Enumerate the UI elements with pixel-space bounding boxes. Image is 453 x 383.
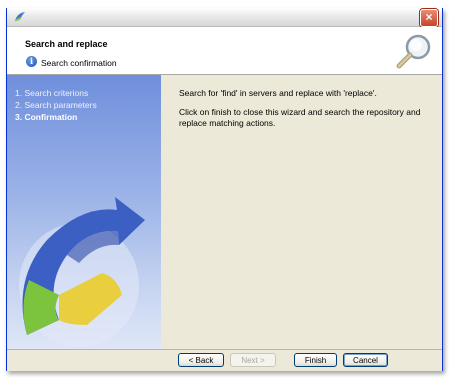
page-subtitle: Search confirmation — [41, 58, 117, 68]
page-title: Search and replace — [25, 39, 108, 49]
wizard-steps-panel: 1. Search criterions 2. Search parameter… — [7, 75, 161, 349]
cancel-button[interactable]: Cancel — [343, 353, 388, 367]
step-search-parameters: 2. Search parameters — [15, 100, 97, 110]
title-bar: × — [7, 8, 442, 27]
next-button[interactable]: Next > — [230, 353, 276, 367]
wizard-header: Search and replace i Search confirmation — [7, 27, 442, 75]
step-confirmation: 3. Confirmation — [15, 112, 78, 122]
instruction-text: Click on finish to close this wizard and… — [179, 107, 421, 128]
back-button[interactable]: < Back — [178, 353, 224, 367]
close-button[interactable]: × — [420, 9, 438, 27]
button-bar: < Back Next > Finish Cancel — [7, 349, 442, 371]
wizard-content: Search for 'find' in servers and replace… — [161, 75, 442, 349]
wizard-window: × Search and replace i Search confirmati… — [6, 8, 443, 371]
app-logo-icon — [14, 12, 25, 22]
summary-text: Search for 'find' in servers and replace… — [179, 88, 377, 98]
info-icon: i — [26, 56, 37, 67]
step-search-criterions: 1. Search criterions — [15, 88, 89, 98]
finish-button[interactable]: Finish — [294, 353, 337, 367]
magnifier-icon — [396, 34, 431, 69]
close-icon: × — [425, 10, 433, 24]
cycle-arrow-graphic — [19, 197, 145, 347]
